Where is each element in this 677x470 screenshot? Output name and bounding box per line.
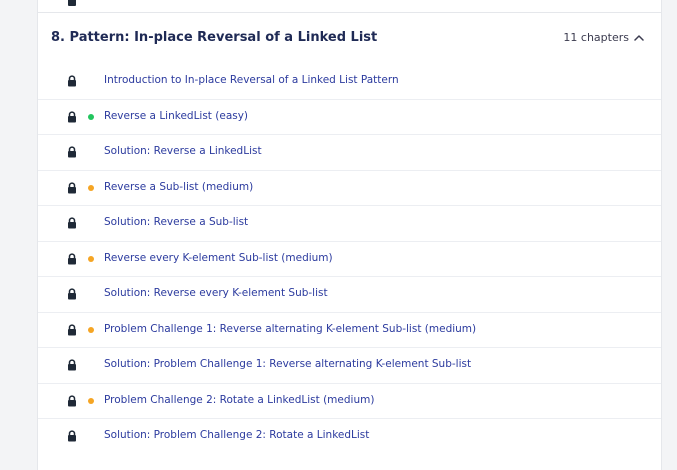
chevron-up-icon[interactable]: [634, 34, 644, 41]
lesson-item[interactable]: Solution: Reverse every K-element Sub-li…: [38, 276, 661, 312]
lock-icon: [68, 146, 76, 158]
lesson-item[interactable]: Solution: Reverse a LinkedList: [38, 134, 661, 170]
lock-icon: [68, 0, 76, 6]
chapter-count: 11 chapters: [563, 31, 629, 44]
difficulty-medium-dot: [88, 326, 94, 333]
lock-icon: [68, 359, 76, 371]
lesson-item[interactable]: Reverse a Sub-list (medium): [38, 169, 661, 206]
lesson-title[interactable]: Problem Challenge 2: Rotate a LinkedList…: [104, 394, 374, 406]
lock-icon: [68, 323, 76, 335]
lesson-title[interactable]: Solution: Reverse a Sub-list: [104, 216, 248, 228]
lesson-item[interactable]: Solution: Problem Challenge 2: Rotate a …: [38, 418, 661, 454]
lesson-item[interactable]: Solution: Reverse a Sub-list: [38, 205, 661, 241]
lesson-title[interactable]: Reverse a LinkedList (easy): [104, 110, 248, 122]
lesson-title[interactable]: Reverse every K-element Sub-list (medium…: [104, 252, 333, 264]
lesson-title[interactable]: Introduction to In-place Reversal of a L…: [104, 74, 399, 86]
lesson-item[interactable]: Reverse a LinkedList (easy): [38, 98, 661, 135]
lesson-item[interactable]: Problem Challenge 1: Reverse alternating…: [38, 311, 661, 348]
lock-icon: [68, 394, 76, 406]
lock-icon: [68, 110, 76, 122]
lesson-list: Introduction to In-place Reversal of a L…: [38, 64, 661, 454]
lesson-title[interactable]: Solution: Problem Challenge 2: Rotate a …: [104, 429, 369, 441]
difficulty-medium-dot: [88, 184, 94, 191]
difficulty-medium-dot: [88, 397, 94, 404]
chapters-toggle[interactable]: 11 chapters: [563, 31, 644, 44]
lesson-item[interactable]: Solution: Problem Challenge 1: Reverse a…: [38, 347, 661, 383]
lock-icon: [68, 430, 76, 442]
lesson-title[interactable]: Solution: Reverse every K-element Sub-li…: [104, 287, 328, 299]
difficulty-easy-dot: [88, 113, 94, 120]
section-header[interactable]: 8. Pattern: In-place Reversal of a Linke…: [38, 13, 661, 63]
lesson-title[interactable]: Solution: Problem Challenge 1: Reverse a…: [104, 358, 471, 370]
lesson-title[interactable]: Problem Challenge 1: Reverse alternating…: [104, 323, 476, 335]
lock-icon: [68, 75, 76, 87]
lesson-item[interactable]: Introduction to In-place Reversal of a L…: [38, 64, 661, 99]
lock-icon: [68, 288, 76, 300]
previous-section-footer: [38, 0, 661, 13]
lesson-title[interactable]: Reverse a Sub-list (medium): [104, 181, 253, 193]
lesson-item[interactable]: Problem Challenge 2: Rotate a LinkedList…: [38, 382, 661, 419]
section-title: 8. Pattern: In-place Reversal of a Linke…: [51, 30, 378, 45]
lock-icon: [68, 217, 76, 229]
course-section-panel: 8. Pattern: In-place Reversal of a Linke…: [37, 0, 662, 470]
lock-icon: [68, 181, 76, 193]
difficulty-medium-dot: [88, 255, 94, 262]
lesson-item[interactable]: Reverse every K-element Sub-list (medium…: [38, 240, 661, 277]
lock-icon: [68, 252, 76, 264]
lesson-title[interactable]: Solution: Reverse a LinkedList: [104, 145, 262, 157]
